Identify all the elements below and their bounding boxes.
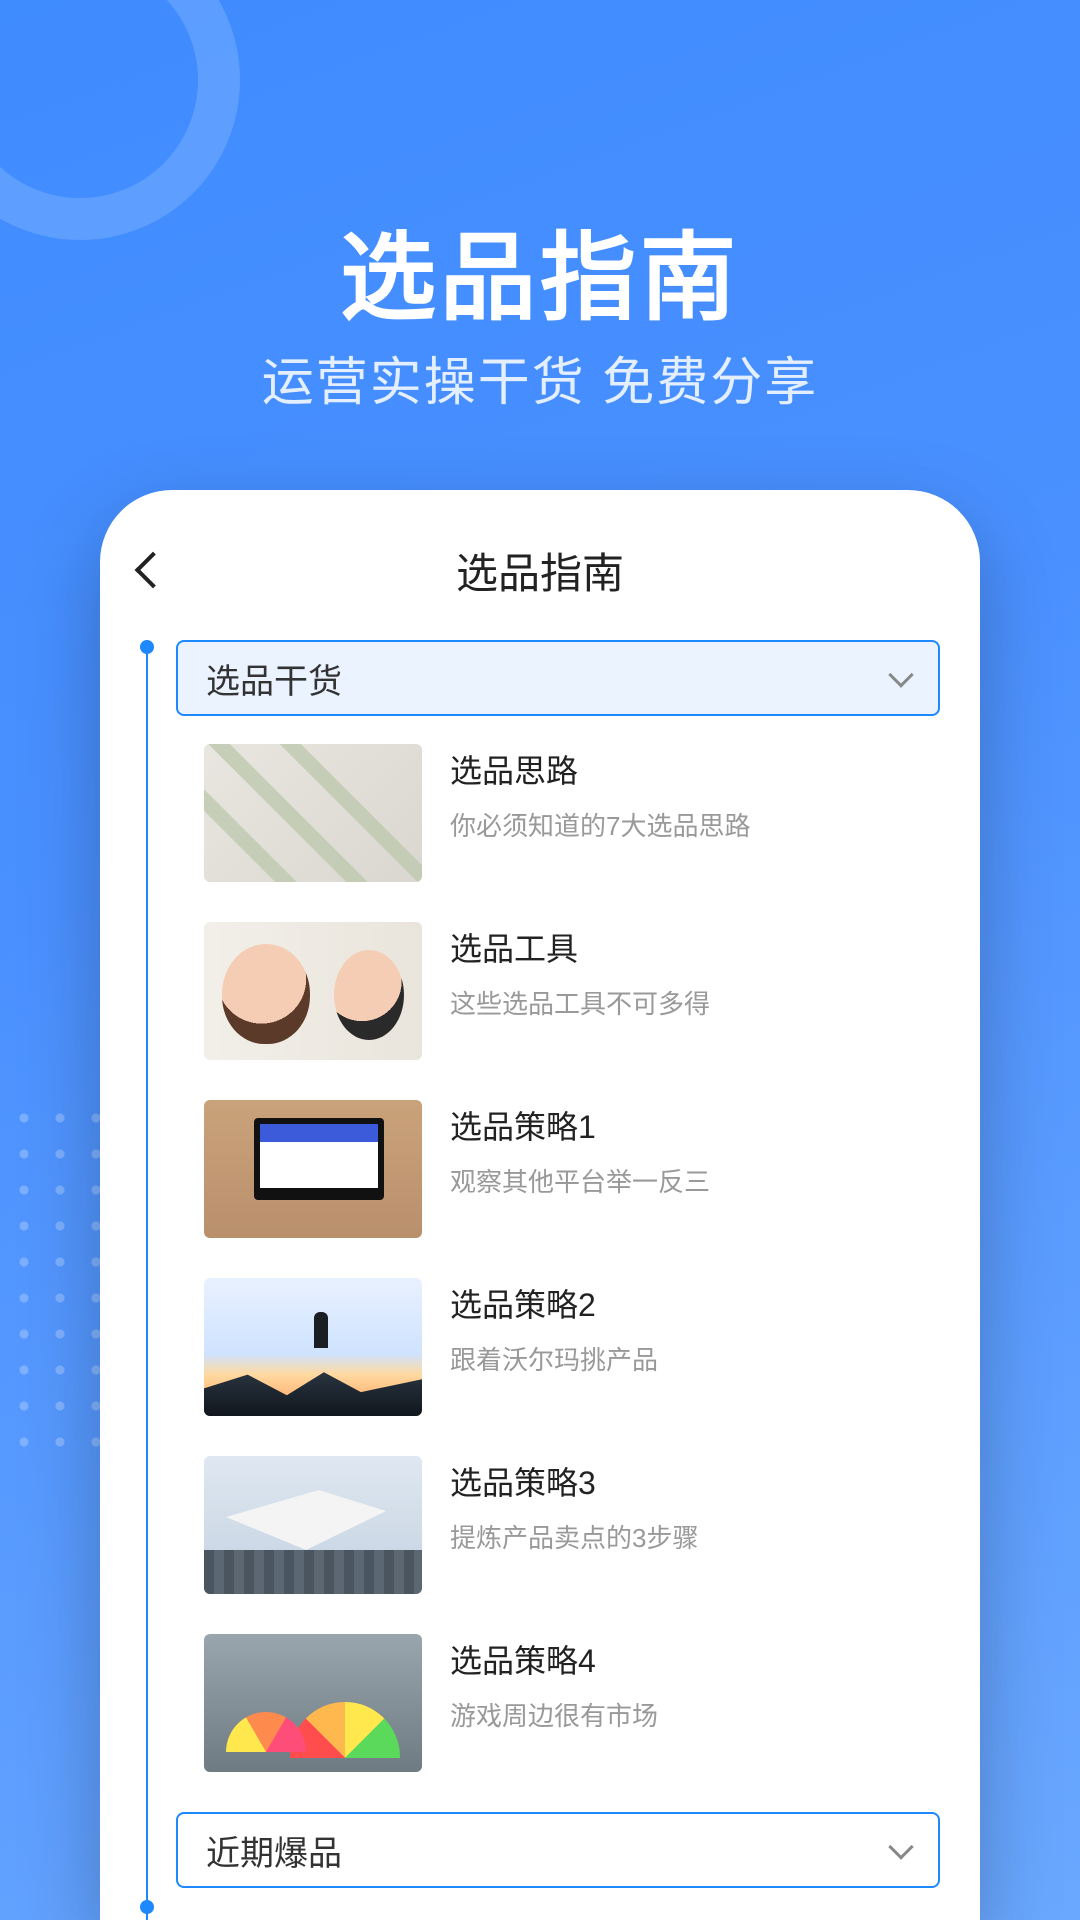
item-text: 选品思路 你必须知道的7大选品思路 — [450, 744, 750, 843]
thumbnail — [204, 744, 422, 882]
item-desc: 游戏周边很有市场 — [450, 1696, 658, 1733]
section-header-2[interactable]: 近期爆品 — [176, 1812, 940, 1888]
app-bar: 选品指南 — [100, 530, 980, 610]
list-item[interactable]: 选品思路 你必须知道的7大选品思路 — [204, 744, 940, 882]
item-title: 选品思路 — [450, 746, 750, 792]
list-item[interactable]: 选品策略1 观察其他平台举一反三 — [204, 1100, 940, 1238]
section-2-label: 近期爆品 — [206, 1826, 342, 1875]
list-item[interactable]: 选品策略4 游戏周边很有市场 — [204, 1634, 940, 1772]
section-1-label: 选品干货 — [206, 654, 342, 703]
item-text: 选品策略2 跟着沃尔玛挑产品 — [450, 1278, 658, 1377]
app-bar-title: 选品指南 — [100, 540, 980, 601]
thumbnail — [204, 1634, 422, 1772]
phone-frame: 选品指南 选品干货 选品思路 你必须知道的7大选品思路 选品工具 这些选品工具不 — [100, 490, 980, 1920]
item-desc: 这些选品工具不可多得 — [450, 984, 710, 1021]
item-desc: 提炼产品卖点的3步骤 — [450, 1518, 698, 1555]
item-text: 选品策略4 游戏周边很有市场 — [450, 1634, 658, 1733]
chevron-down-icon — [888, 662, 913, 687]
item-title: 选品策略4 — [450, 1636, 658, 1682]
thumbnail — [204, 1278, 422, 1416]
item-desc: 你必须知道的7大选品思路 — [450, 806, 750, 843]
thumbnail — [204, 922, 422, 1060]
item-desc: 跟着沃尔玛挑产品 — [450, 1340, 658, 1377]
article-list: 选品思路 你必须知道的7大选品思路 选品工具 这些选品工具不可多得 选品策略1 … — [204, 744, 940, 1772]
item-text: 选品工具 这些选品工具不可多得 — [450, 922, 710, 1021]
item-title: 选品策略1 — [450, 1102, 710, 1148]
timeline: 选品干货 选品思路 你必须知道的7大选品思路 选品工具 这些选品工具不可多得 — [140, 640, 940, 1920]
chevron-down-icon — [888, 1834, 913, 1859]
hero-title: 选品指南 — [0, 200, 1080, 339]
item-title: 选品策略2 — [450, 1280, 658, 1326]
thumbnail — [204, 1100, 422, 1238]
timeline-line — [146, 640, 148, 1920]
section-header-1[interactable]: 选品干货 — [176, 640, 940, 716]
item-text: 选品策略3 提炼产品卖点的3步骤 — [450, 1456, 698, 1555]
list-item[interactable]: 选品策略2 跟着沃尔玛挑产品 — [204, 1278, 940, 1416]
item-title: 选品策略3 — [450, 1458, 698, 1504]
thumbnail — [204, 1456, 422, 1594]
hero-subtitle: 运营实操干货 免费分享 — [0, 340, 1080, 415]
item-desc: 观察其他平台举一反三 — [450, 1162, 710, 1199]
item-text: 选品策略1 观察其他平台举一反三 — [450, 1100, 710, 1199]
list-item[interactable]: 选品策略3 提炼产品卖点的3步骤 — [204, 1456, 940, 1594]
item-title: 选品工具 — [450, 924, 710, 970]
timeline-dot-1 — [140, 640, 154, 654]
list-item[interactable]: 选品工具 这些选品工具不可多得 — [204, 922, 940, 1060]
timeline-dot-2 — [140, 1900, 154, 1914]
